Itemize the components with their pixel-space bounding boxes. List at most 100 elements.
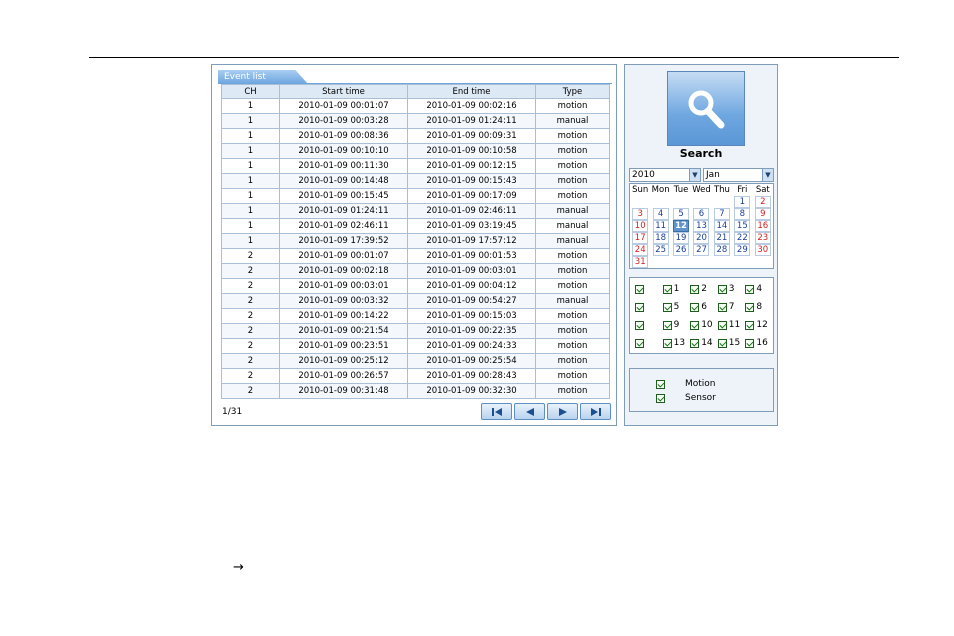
calendar-day[interactable]: 19 (671, 232, 691, 244)
tab-event-list[interactable]: Event list (218, 70, 308, 84)
column-header-end-time[interactable]: End time (407, 84, 536, 99)
calendar-day[interactable]: 29 (732, 244, 752, 256)
search-button[interactable] (667, 71, 745, 146)
table-row[interactable]: 2 2010-01-09 00:14:22 2010-01-09 00:15:03 m… (221, 308, 610, 324)
channel-row-select-all[interactable] (635, 338, 663, 348)
table-row[interactable]: 2 2010-01-09 00:02:18 2010-01-09 00:03:01 m… (221, 263, 610, 279)
motion-checkbox[interactable] (656, 379, 665, 389)
channel-item[interactable]: 15 (717, 338, 746, 348)
table-row[interactable]: 1 2010-01-09 17:39:52 2010-01-09 17:57:12 m… (221, 233, 610, 249)
type-sensor-row[interactable]: Sensor (630, 391, 773, 405)
channel-item[interactable]: 5 (662, 302, 691, 312)
channel-checkbox[interactable] (717, 320, 727, 330)
channel-item[interactable]: 13 (662, 338, 691, 348)
month-select[interactable]: Jan ▼ (703, 168, 774, 182)
channel-checkbox[interactable] (745, 284, 755, 294)
calendar-day[interactable]: 13 (691, 220, 711, 232)
table-row[interactable]: 1 2010-01-09 00:10:10 2010-01-09 00:10:58 m… (221, 143, 610, 159)
column-header-ch[interactable]: CH (221, 84, 280, 99)
channel-checkbox[interactable] (745, 320, 755, 330)
calendar-day[interactable]: 8 (732, 208, 752, 220)
calendar-day[interactable]: 28 (712, 244, 732, 256)
column-header-type[interactable]: Type (535, 84, 610, 99)
channel-checkbox[interactable] (662, 302, 672, 312)
table-row[interactable]: 1 2010-01-09 00:03:28 2010-01-09 01:24:11 m… (221, 113, 610, 129)
table-row[interactable]: 2 2010-01-09 00:26:57 2010-01-09 00:28:43 m… (221, 368, 610, 384)
channel-row-select-all[interactable] (635, 320, 663, 330)
table-row[interactable]: 1 2010-01-09 00:01:07 2010-01-09 00:02:16 m… (221, 98, 610, 114)
sensor-checkbox[interactable] (656, 393, 665, 403)
channel-row-select-all[interactable] (635, 284, 663, 294)
table-row[interactable]: 1 2010-01-09 00:14:48 2010-01-09 00:15:43 m… (221, 173, 610, 189)
calendar-day[interactable]: 31 (630, 256, 650, 268)
calendar-day[interactable]: 17 (630, 232, 650, 244)
table-row[interactable]: 1 2010-01-09 00:08:36 2010-01-09 00:09:31 m… (221, 128, 610, 144)
table-row[interactable]: 1 2010-01-09 00:11:30 2010-01-09 00:12:15 m… (221, 158, 610, 174)
calendar-day[interactable]: 3 (630, 208, 650, 220)
table-row[interactable]: 2 2010-01-09 00:31:48 2010-01-09 00:32:30 m… (221, 383, 610, 399)
calendar-day[interactable]: 2 (753, 196, 773, 208)
channel-item[interactable]: 2 (690, 284, 718, 294)
first-page-button[interactable] (481, 403, 512, 420)
channel-item[interactable]: 10 (690, 320, 718, 330)
channel-item[interactable]: 4 (745, 284, 773, 294)
channel-checkbox[interactable] (662, 338, 672, 348)
channel-checkbox[interactable] (745, 338, 755, 348)
calendar-day[interactable]: 16 (753, 220, 773, 232)
calendar-day[interactable]: 15 (732, 220, 752, 232)
table-row[interactable]: 1 2010-01-09 00:15:45 2010-01-09 00:17:09 m… (221, 188, 610, 204)
calendar-day[interactable]: 26 (671, 244, 691, 256)
calendar-day[interactable]: 9 (753, 208, 773, 220)
calendar-day[interactable]: 10 (630, 220, 650, 232)
calendar-day[interactable]: 20 (691, 232, 711, 244)
column-header-start-time[interactable]: Start time (279, 84, 408, 99)
channel-checkbox[interactable] (717, 302, 727, 312)
channel-checkbox[interactable] (635, 338, 644, 348)
channel-checkbox[interactable] (635, 302, 644, 312)
table-row[interactable]: 1 2010-01-09 01:24:11 2010-01-09 02:46:11 m… (221, 203, 610, 219)
calendar-day[interactable]: 4 (650, 208, 670, 220)
calendar-day[interactable]: 21 (712, 232, 732, 244)
table-row[interactable]: 2 2010-01-09 00:03:32 2010-01-09 00:54:27 m… (221, 293, 610, 309)
prev-page-button[interactable] (514, 403, 545, 420)
calendar-day[interactable]: 6 (691, 208, 711, 220)
channel-item[interactable]: 9 (662, 320, 691, 330)
channel-checkbox[interactable] (662, 284, 672, 294)
calendar-day[interactable]: 12 (671, 220, 691, 232)
calendar-day[interactable]: 11 (650, 220, 670, 232)
channel-checkbox[interactable] (690, 320, 700, 330)
table-row[interactable]: 2 2010-01-09 00:21:54 2010-01-09 00:22:35 m… (221, 323, 610, 339)
calendar-day[interactable]: 25 (650, 244, 670, 256)
channel-item[interactable]: 14 (690, 338, 718, 348)
channel-row-select-all[interactable] (635, 302, 663, 312)
channel-checkbox[interactable] (717, 284, 727, 294)
calendar-day[interactable]: 24 (630, 244, 650, 256)
channel-item[interactable]: 6 (690, 302, 718, 312)
channel-item[interactable]: 3 (717, 284, 746, 294)
channel-item[interactable]: 11 (717, 320, 746, 330)
calendar-day[interactable]: 30 (753, 244, 773, 256)
channel-item[interactable]: 8 (745, 302, 773, 312)
calendar-day[interactable]: 23 (753, 232, 773, 244)
channel-checkbox[interactable] (690, 302, 700, 312)
last-page-button[interactable] (580, 403, 611, 420)
calendar-day[interactable]: 22 (732, 232, 752, 244)
channel-item[interactable]: 1 (662, 284, 691, 294)
table-row[interactable]: 2 2010-01-09 00:01:07 2010-01-09 00:01:53 m… (221, 248, 610, 264)
calendar-day[interactable]: 18 (650, 232, 670, 244)
table-row[interactable]: 1 2010-01-09 02:46:11 2010-01-09 03:19:45 m… (221, 218, 610, 234)
next-page-button[interactable] (547, 403, 578, 420)
channel-checkbox[interactable] (662, 320, 672, 330)
table-row[interactable]: 2 2010-01-09 00:25:12 2010-01-09 00:25:54 m… (221, 353, 610, 369)
channel-checkbox[interactable] (745, 302, 755, 312)
table-row[interactable]: 2 2010-01-09 00:23:51 2010-01-09 00:24:33 m… (221, 338, 610, 354)
calendar-day[interactable]: 5 (671, 208, 691, 220)
channel-checkbox[interactable] (690, 284, 700, 294)
channel-checkbox[interactable] (635, 320, 644, 330)
table-row[interactable]: 2 2010-01-09 00:03:01 2010-01-09 00:04:12 m… (221, 278, 610, 294)
channel-checkbox[interactable] (717, 338, 727, 348)
calendar-day[interactable]: 14 (712, 220, 732, 232)
channel-item[interactable]: 7 (717, 302, 746, 312)
calendar-day[interactable]: 27 (691, 244, 711, 256)
channel-item[interactable]: 12 (745, 320, 773, 330)
